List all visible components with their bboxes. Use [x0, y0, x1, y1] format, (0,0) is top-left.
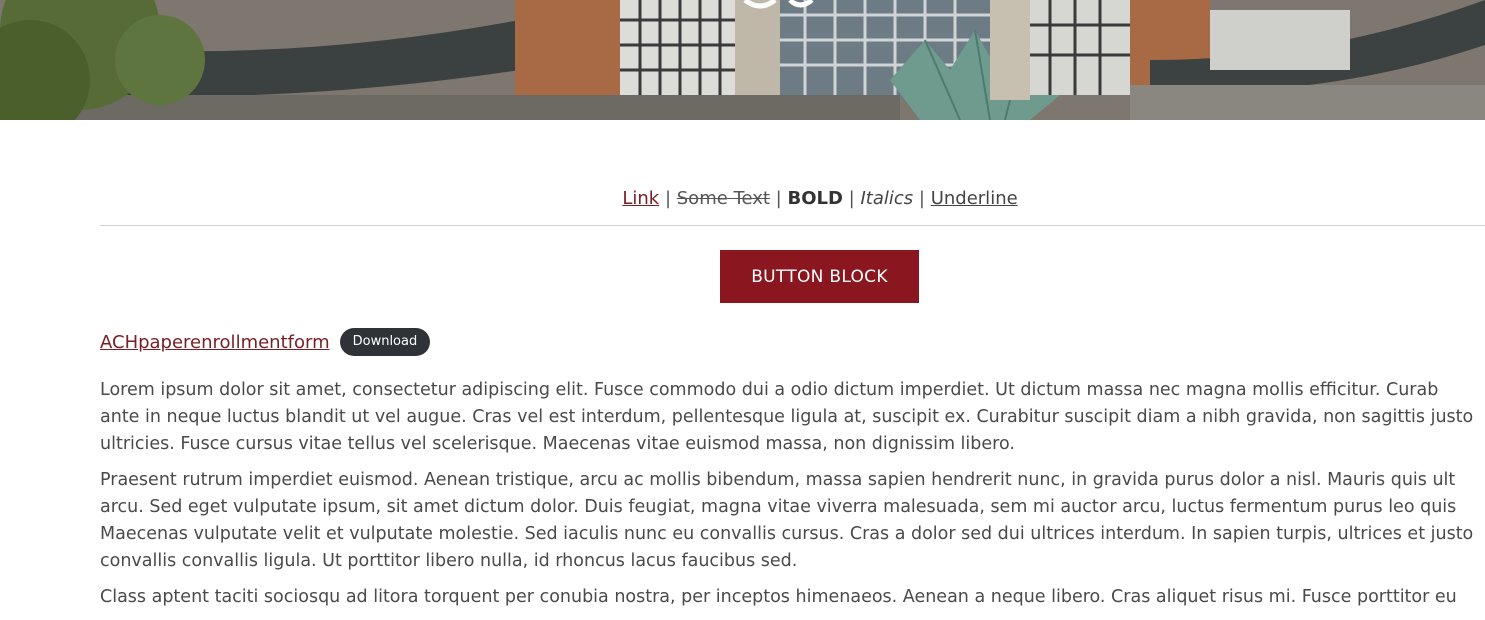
text-line: convallis convallis ligula. Ut porttitor… — [100, 551, 798, 571]
italic-text: Italics — [860, 188, 914, 209]
paragraph: Lorem ipsum dolor sit amet, consectetur … — [100, 377, 1485, 458]
text-line: Praesent rutrum imperdiet euismod. Aenea… — [100, 470, 1456, 490]
download-button[interactable]: Download — [339, 328, 431, 356]
church-building-photo — [0, 0, 1485, 120]
file-download-row: ACHpaperenrollmentform Download — [100, 327, 431, 357]
text-line: arcu. Sed eget vulputate ipsum, sit amet… — [100, 497, 1457, 517]
strikethrough-text: Some Text — [676, 188, 770, 209]
sample-link[interactable]: Link — [622, 188, 659, 209]
button-block[interactable]: BUTTON BLOCK — [720, 250, 919, 303]
separator: | — [848, 188, 855, 209]
body-content: Lorem ipsum dolor sit amet, consectetur … — [100, 377, 1485, 620]
horizontal-divider — [100, 225, 1485, 226]
separator: | — [918, 188, 925, 209]
paragraph: Praesent rutrum imperdiet euismod. Aenea… — [100, 467, 1485, 575]
text-format-samples: Link | Some Text | BOLD | Italics | Unde… — [100, 188, 1485, 209]
text-line: ultricies. Fusce cursus vitae tellus vel… — [100, 434, 1015, 454]
text-line: ante in neque luctus blandit ut vel augu… — [100, 407, 1474, 427]
underline-text: Underline — [930, 188, 1018, 209]
hero-banner-image — [0, 0, 1485, 120]
text-line: Class aptent taciti sociosqu ad litora t… — [100, 587, 1457, 607]
separator: | — [775, 188, 782, 209]
text-line: Lorem ipsum dolor sit amet, consectetur … — [100, 380, 1439, 400]
separator: | — [664, 188, 672, 209]
file-link[interactable]: ACHpaperenrollmentform — [100, 332, 330, 353]
bold-text: BOLD — [787, 188, 843, 209]
text-line: Maecenas vulputate velit et vulputate mo… — [100, 524, 1474, 544]
